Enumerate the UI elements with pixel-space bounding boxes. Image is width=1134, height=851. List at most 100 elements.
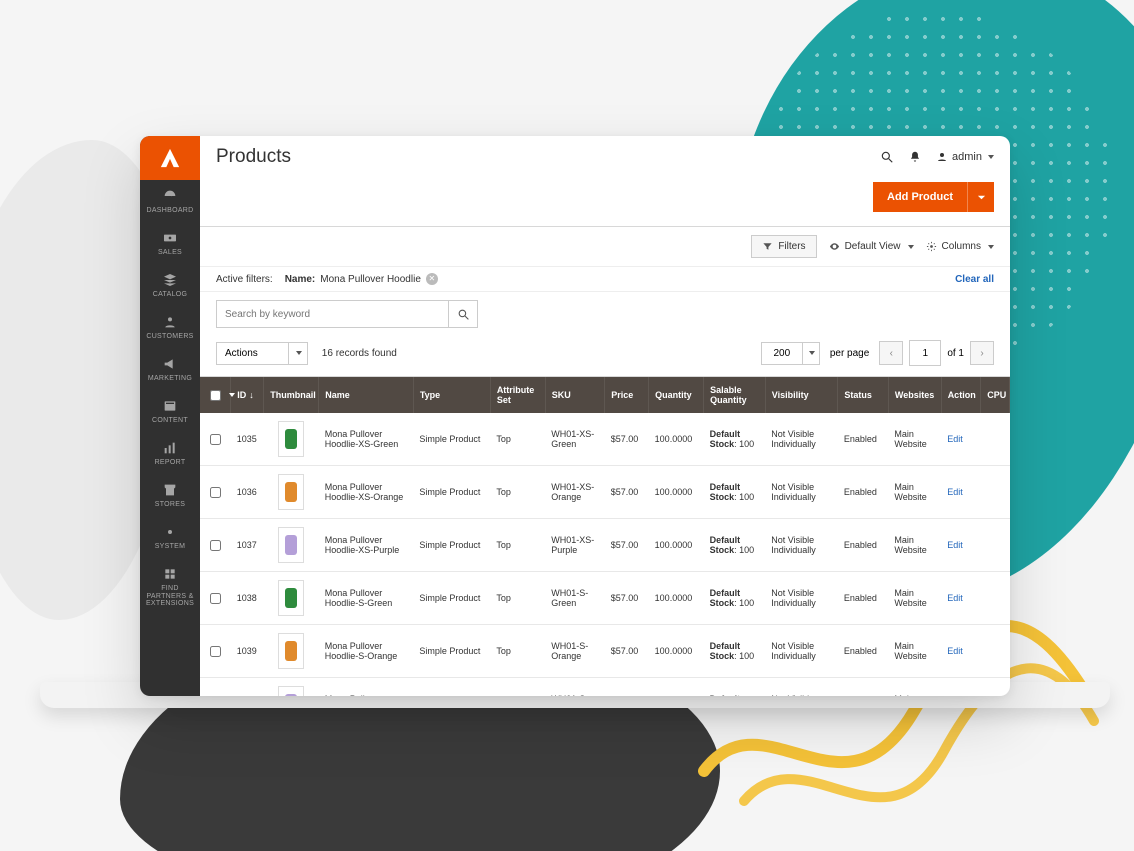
actions-caret[interactable] (288, 343, 307, 364)
cell-salable: Default Stock: 100 (704, 519, 766, 572)
columns-menu[interactable]: Columns (926, 241, 994, 252)
cell-status: Enabled (838, 572, 889, 625)
select-all-checkbox[interactable] (210, 390, 221, 401)
add-product-button[interactable]: Add Product (873, 182, 994, 212)
col-quantity[interactable]: Quantity (649, 377, 704, 413)
gear-icon (926, 241, 937, 252)
cell-thumbnail (264, 625, 319, 678)
search-submit[interactable] (448, 301, 477, 327)
cell-type: Simple Product (413, 572, 490, 625)
cell-type: Simple Product (413, 678, 490, 697)
sidebar-item-catalog[interactable]: CATALOG (140, 264, 200, 306)
cell-qty: 100.0000 (649, 413, 704, 466)
table-row[interactable]: 1035 Mona Pullover Hoodlie-XS-GreenSimple… (200, 413, 1010, 466)
cell-websites: Main Website (888, 625, 941, 678)
col-type[interactable]: Type (413, 377, 490, 413)
filter-chip-key: Name: (285, 274, 316, 285)
page-input[interactable] (909, 340, 941, 366)
col-name[interactable]: Name (319, 377, 414, 413)
cell-id: 1039 (231, 625, 264, 678)
actions-dropdown[interactable]: Actions (216, 342, 308, 365)
cell-id: 1035 (231, 413, 264, 466)
cell-qty: 100.0000 (649, 572, 704, 625)
cell-visibility: Not Visible Individually (765, 413, 838, 466)
sidebar-item-report[interactable]: REPORT (140, 432, 200, 474)
cell-type: Simple Product (413, 625, 490, 678)
col-action[interactable]: Action (941, 377, 981, 413)
add-product-dropdown[interactable] (967, 182, 994, 212)
col-price[interactable]: Price (605, 377, 649, 413)
default-view-menu[interactable]: Default View (829, 241, 914, 252)
col-visibility[interactable]: Visibility (765, 377, 838, 413)
sidebar-item-label: DASHBOARD (146, 207, 193, 214)
per-page-caret[interactable] (802, 343, 819, 364)
cell-attr: Top (490, 413, 545, 466)
clear-all-link[interactable]: Clear all (955, 274, 994, 285)
add-product-label[interactable]: Add Product (873, 182, 967, 212)
sidebar-item-stores[interactable]: STORES (140, 474, 200, 516)
col-cpu[interactable]: CPU (981, 377, 1010, 413)
col-sku[interactable]: SKU (545, 377, 604, 413)
cell-websites: Main Website (888, 572, 941, 625)
row-checkbox[interactable] (210, 434, 221, 445)
cell-status: Enabled (838, 625, 889, 678)
sidebar-item-marketing[interactable]: MARKETING (140, 348, 200, 390)
table-row[interactable]: 1037Mona Pullover Hoodlie-XS-PurpleSimpl… (200, 519, 1010, 572)
bell-icon[interactable] (908, 150, 922, 164)
cell-price: $57.00 (605, 625, 649, 678)
row-checkbox[interactable] (210, 487, 221, 498)
per-page-select[interactable]: 200 (761, 342, 820, 365)
edit-link[interactable]: Edit (947, 540, 963, 550)
filter-chip-value: Mona Pullover Hoodlie (320, 274, 421, 285)
col-status[interactable]: Status (838, 377, 889, 413)
table-row[interactable]: 1038Mona Pullover Hoodlie-S-GreenSimple … (200, 572, 1010, 625)
col-websites[interactable]: Websites (888, 377, 941, 413)
col-select[interactable] (200, 377, 231, 413)
table-row[interactable]: 1036Mona Pullover Hoodlie-XS-OrangeSimpl… (200, 466, 1010, 519)
records-found: 16 records found (322, 348, 397, 359)
col-id[interactable]: ID↓ (231, 377, 264, 413)
cell-websites: Main Website (888, 519, 941, 572)
row-checkbox[interactable] (210, 593, 221, 604)
edit-link[interactable]: Edit (947, 434, 963, 444)
row-checkbox[interactable] (210, 540, 221, 551)
col-salable[interactable]: Salable Quantity (704, 377, 766, 413)
cell-type: Simple Product (413, 413, 490, 466)
filter-chip: Name: Mona Pullover Hoodlie ✕ (285, 273, 438, 285)
chevron-down-icon (908, 245, 914, 249)
cell-thumbnail (264, 466, 319, 519)
cell-websites: Main Website (888, 466, 941, 519)
cell-visibility: Not Visible Individually (765, 466, 838, 519)
col-thumbnail[interactable]: Thumbnail (264, 377, 319, 413)
filters-button[interactable]: Filters (751, 235, 816, 258)
cell-websites: Main Website (888, 413, 941, 466)
table-row[interactable]: 1039Mona Pullover Hoodlie-S-OrangeSimple… (200, 625, 1010, 678)
cell-name: Mona Pullover Hoodlie-XS-Orange (319, 466, 414, 519)
edit-link[interactable]: Edit (947, 646, 963, 656)
edit-link[interactable]: Edit (947, 593, 963, 603)
sidebar-item-dashboard[interactable]: DASHBOARD (140, 180, 200, 222)
actions-label[interactable]: Actions (217, 343, 288, 364)
cell-name: Mona Pullover Hoodlie-XS-Green (319, 413, 414, 466)
sidebar-item-sales[interactable]: SALES (140, 222, 200, 264)
sidebar-item-system[interactable]: SYSTEM (140, 516, 200, 558)
remove-filter-icon[interactable]: ✕ (426, 273, 438, 285)
search-icon[interactable] (880, 150, 894, 164)
search-input[interactable] (217, 303, 448, 326)
col-attr-set[interactable]: Attribute Set (490, 377, 545, 413)
app-logo[interactable] (140, 136, 200, 180)
edit-link[interactable]: Edit (947, 487, 963, 497)
cell-price: $57.00 (605, 572, 649, 625)
cell-thumbnail (264, 413, 319, 466)
sidebar-item-customers[interactable]: CUSTOMERS (140, 306, 200, 348)
next-page-button[interactable]: › (970, 341, 994, 365)
sidebar-item-content[interactable]: CONTENT (140, 390, 200, 432)
row-checkbox[interactable] (210, 646, 221, 657)
table-row[interactable]: 1040Mona Pullover Hoodlie-S-PurpleSimple… (200, 678, 1010, 697)
cell-name: Mona Pullover Hoodlie-XS-Purple (319, 519, 414, 572)
prev-page-button[interactable]: ‹ (879, 341, 903, 365)
user-menu[interactable]: admin (936, 151, 994, 163)
sidebar-item-partners[interactable]: FIND PARTNERS & EXTENSIONS (140, 558, 200, 616)
chevron-down-icon (988, 245, 994, 249)
cell-id: 1037 (231, 519, 264, 572)
